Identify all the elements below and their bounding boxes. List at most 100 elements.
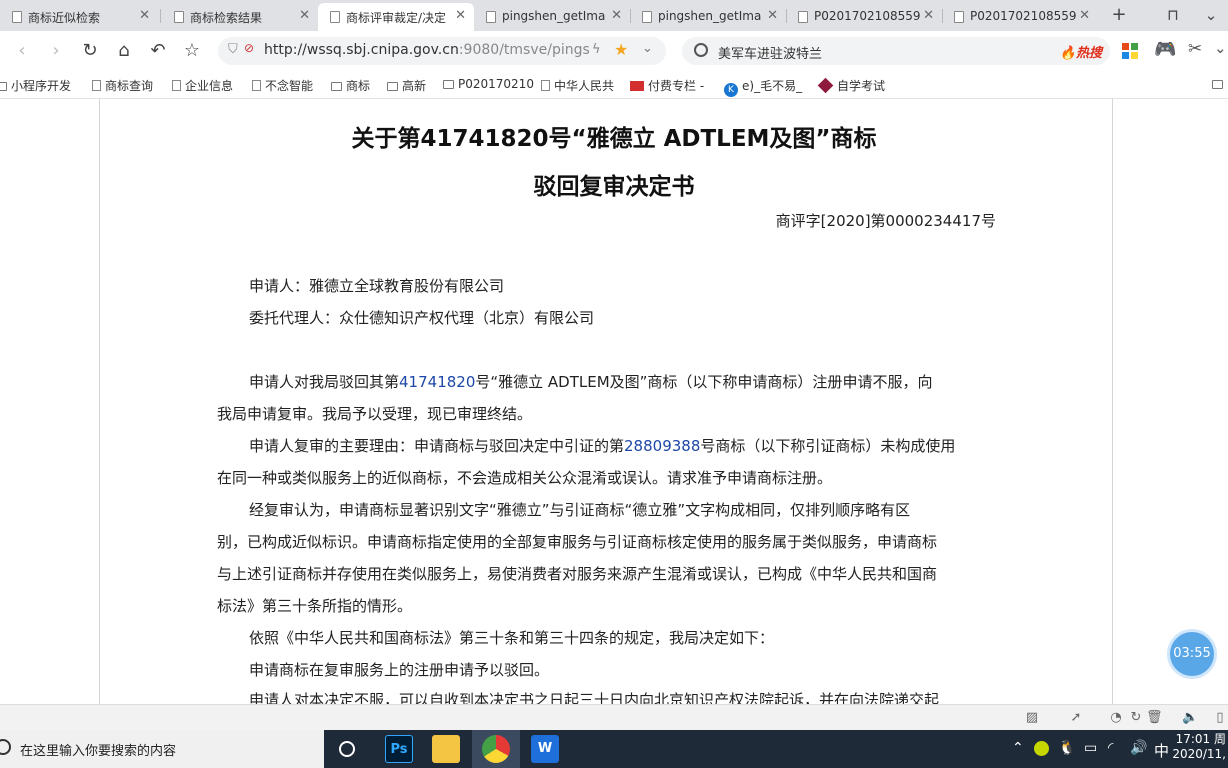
tab-1[interactable]: 商标近似检索 ✕ xyxy=(0,3,158,31)
page-icon xyxy=(541,80,550,91)
taskbar-search-box[interactable]: 在这里输入你要搜索的内容 xyxy=(0,730,324,768)
search-icon xyxy=(0,739,11,755)
rocket-icon[interactable]: ➚ xyxy=(1068,711,1084,725)
bookmark-item[interactable]: 中华人民共 xyxy=(541,77,614,94)
tab-title: 商标近似检索 xyxy=(28,11,101,25)
url-main: http://wssq.sbj.cnipa.gov.cn xyxy=(264,42,459,58)
tab-title: pingshen_getIma xyxy=(658,9,762,23)
browser-icon[interactable] xyxy=(482,735,510,763)
bookmark-folder[interactable]: 商标 xyxy=(331,77,370,94)
close-icon[interactable]: ✕ xyxy=(923,8,934,23)
trademark-number-link[interactable]: 41741820 xyxy=(399,373,475,391)
bookmark-item[interactable]: 付费专栏 - xyxy=(630,77,704,94)
tab-4[interactable]: pingshen_getIma ✕ xyxy=(474,3,630,31)
tab-5[interactable]: pingshen_getIma ✕ xyxy=(630,3,786,31)
bookmark-folder[interactable]: 小程序开发 xyxy=(0,77,71,94)
cited-trademark-link[interactable]: 28809388 xyxy=(624,437,700,455)
wifi-icon[interactable]: ◜ xyxy=(1108,740,1113,756)
home-icon[interactable]: ⌂ xyxy=(112,39,136,63)
taskbar-search-placeholder[interactable]: 在这里输入你要搜索的内容 xyxy=(20,740,176,759)
system-clock[interactable]: 17:01 周 2020/11, xyxy=(1172,732,1226,762)
tab-2[interactable]: 商标检索结果 ✕ xyxy=(162,3,318,31)
k-logo-icon: K xyxy=(724,83,738,97)
chevron-up-icon[interactable]: ⌃ xyxy=(1012,740,1024,756)
gem-icon xyxy=(817,77,834,94)
search-box[interactable]: 美军车进驻波特兰 🔥热搜 xyxy=(682,37,1110,65)
close-icon[interactable]: ✕ xyxy=(139,8,150,23)
plus-tray-icon[interactable] xyxy=(1034,741,1049,756)
page-icon xyxy=(486,11,496,23)
bookmark-item[interactable]: 不念智能 xyxy=(252,77,313,94)
bookmark-item[interactable]: 企业信息 xyxy=(172,77,233,94)
bookmark-item[interactable]: Ke)_毛不易_ xyxy=(724,77,802,97)
favorite-star-icon[interactable]: ★ xyxy=(614,40,628,59)
lightning-icon[interactable]: ϟ xyxy=(592,42,601,57)
paragraph-1-line-2: 我局申请复审。我局予以受理，现已审理终结。 xyxy=(217,405,533,423)
page-icon xyxy=(642,11,652,23)
file-explorer-icon[interactable] xyxy=(432,735,460,763)
not-secure-icon[interactable]: ⊘ xyxy=(244,41,254,55)
search-input[interactable]: 美军车进驻波特兰 xyxy=(718,43,822,62)
page-icon xyxy=(798,11,808,23)
tab-list-shirt-icon[interactable]: ⊓ xyxy=(1160,4,1186,26)
undo-close-icon[interactable]: ↶ xyxy=(146,39,170,63)
chevron-down-icon[interactable]: ⌄ xyxy=(1214,39,1227,57)
scissors-icon[interactable]: ✂ xyxy=(1188,39,1202,59)
tab-3-active[interactable]: 商标评审裁定/决定 ✕ xyxy=(318,3,474,31)
apps-grid-icon[interactable] xyxy=(1122,43,1138,59)
back-arrow-icon[interactable]: ‹ xyxy=(10,39,34,63)
bookmark-item[interactable]: 自学考试 xyxy=(817,77,885,94)
page-icon xyxy=(330,11,340,23)
close-icon[interactable]: ✕ xyxy=(455,8,466,23)
tab-6[interactable]: P0201702108559 ✕ xyxy=(786,3,942,31)
bookmark-folder[interactable]: 高新 xyxy=(387,77,426,94)
page-icon xyxy=(12,11,22,23)
tab-7[interactable]: P0201702108559 ✕ xyxy=(942,3,1098,31)
window-icon[interactable]: ▯ xyxy=(1212,711,1228,725)
trash-icon[interactable]: 🗑 xyxy=(1146,711,1163,725)
hot-search-label[interactable]: 🔥热搜 xyxy=(1060,42,1102,61)
volume-icon[interactable]: 🔈 xyxy=(1182,711,1198,725)
bookmark-star-icon[interactable]: ☆ xyxy=(180,39,204,63)
close-icon[interactable]: ✕ xyxy=(611,8,622,23)
shield-icon[interactable]: ⛉ xyxy=(228,42,238,57)
photoshop-icon[interactable]: Ps xyxy=(385,735,413,763)
speed-icon[interactable]: ◔ xyxy=(1108,711,1124,725)
tab-title: P0201702108559 xyxy=(970,9,1076,23)
bookmark-label: 不念智能 xyxy=(265,79,314,93)
bookmark-label: 企业信息 xyxy=(185,79,234,93)
folder-icon xyxy=(331,82,342,91)
text: 号商标（以下称引证商标）未构成使用 xyxy=(700,437,956,455)
page-icon xyxy=(252,80,261,91)
qq-penguin-icon[interactable]: 🐧 xyxy=(1058,740,1075,756)
ime-indicator[interactable]: 中 xyxy=(1154,740,1169,761)
close-icon[interactable]: ✕ xyxy=(767,8,778,23)
image-icon[interactable]: ▨ xyxy=(1024,711,1040,725)
close-icon[interactable]: ✕ xyxy=(1079,8,1090,23)
bookmarks-bar: 小程序开发 商标查询 企业信息 不念智能 商标 高新 P020170210 中华… xyxy=(0,71,1228,99)
forward-arrow-icon[interactable]: › xyxy=(44,39,68,63)
address-bar[interactable]: ⛉ ⊘ http://wssq.sbj.cnipa.gov.cn:9080/tm… xyxy=(218,37,666,65)
applicant-line: 申请人：雅德立全球教育股份有限公司 xyxy=(249,277,505,295)
battery-icon[interactable]: ▭ xyxy=(1084,740,1097,756)
speaker-icon[interactable]: 🔊 xyxy=(1130,740,1147,756)
wps-writer-icon[interactable]: W xyxy=(531,735,559,763)
task-view-icon[interactable] xyxy=(339,741,355,757)
reload-icon[interactable]: ↻ xyxy=(78,39,102,63)
bookmark-item[interactable]: 商标查询 xyxy=(92,77,153,94)
text: 申请人对我局驳回其第 xyxy=(249,373,400,391)
chevron-down-icon[interactable]: ⌄ xyxy=(1198,4,1224,26)
close-icon[interactable]: ✕ xyxy=(299,8,310,23)
other-bookmarks-folder[interactable] xyxy=(1212,77,1227,91)
bookmark-folder[interactable]: P020170210 xyxy=(443,77,534,91)
refresh-icon[interactable]: ↻ xyxy=(1128,711,1144,725)
chevron-down-icon[interactable]: ⌄ xyxy=(642,41,653,56)
page-viewport[interactable]: 关于第41741820号“雅德立 ADTLEM及图”商标 驳回复审决定书 商评字… xyxy=(0,99,1228,704)
browser-status-bar: ▨ ➚ ◔ ↻ 🗑 🔈 ▯ xyxy=(0,704,1228,731)
url-text[interactable]: http://wssq.sbj.cnipa.gov.cn:9080/tmsve/… xyxy=(264,42,589,58)
timer-badge[interactable]: 03:55 xyxy=(1170,632,1214,676)
paragraph-3-line-3: 与上述引证商标并存使用在类似服务上，易使消费者对服务来源产生混淆或误认，已构成《… xyxy=(217,565,938,583)
new-tab-plus-icon[interactable]: + xyxy=(1106,4,1132,26)
game-controller-icon[interactable]: 🎮 xyxy=(1154,39,1176,60)
decision-number: 商评字[2020]第0000234417号 xyxy=(775,212,996,230)
